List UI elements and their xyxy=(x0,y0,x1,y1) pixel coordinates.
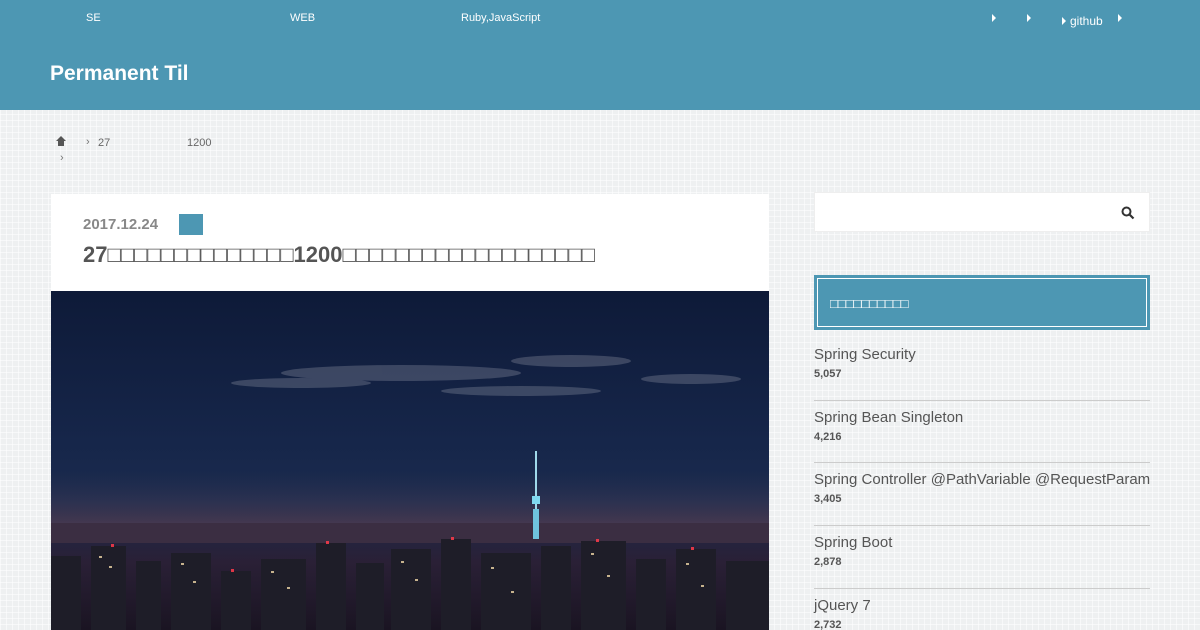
list-item[interactable]: Spring Boot 2,878 xyxy=(814,526,1150,589)
popular-post-title[interactable]: Spring Controller @PathVariable @Request… xyxy=(814,471,1150,488)
top-navigation: SE WEB Ruby,JavaScript github xyxy=(0,12,1200,28)
popular-post-views: 5,057 xyxy=(814,368,842,380)
popular-posts-list: Spring Security 5,057 Spring Bean Single… xyxy=(814,338,1150,630)
popular-post-views: 2,732 xyxy=(814,618,842,630)
post-date: 2017.12.24 xyxy=(83,216,159,233)
nav-link-web[interactable]: WEB xyxy=(290,12,315,24)
list-item[interactable]: Spring Security 5,057 xyxy=(814,338,1150,401)
popular-widget-title: □□□□□□□□□□ xyxy=(814,275,1150,330)
caret-right-icon xyxy=(992,14,996,22)
nav-menu-item-2[interactable] xyxy=(1027,14,1035,22)
breadcrumb-item-category[interactable]: 27 xyxy=(98,137,110,149)
list-item[interactable]: Spring Bean Singleton 4,216 xyxy=(814,401,1150,464)
search-input[interactable] xyxy=(814,192,1150,232)
caret-right-icon xyxy=(1027,14,1031,22)
caret-right-icon xyxy=(1062,17,1066,25)
chevron-right-icon: › xyxy=(86,136,90,148)
home-icon[interactable] xyxy=(56,136,66,148)
chevron-right-icon: › xyxy=(60,152,64,164)
category-badge[interactable] xyxy=(179,214,203,235)
list-item[interactable]: jQuery 7 2,732 xyxy=(814,589,1150,630)
night-cityscape-image xyxy=(51,355,769,630)
popular-post-views: 3,405 xyxy=(814,493,842,506)
nav-menu-item-4[interactable] xyxy=(1118,14,1126,22)
nav-menu-item-1[interactable] xyxy=(992,14,1000,22)
caret-right-icon xyxy=(1118,14,1122,22)
popular-post-title[interactable]: Spring Boot xyxy=(814,534,892,551)
nav-link-ruby-javascript[interactable]: Ruby,JavaScript xyxy=(461,12,540,24)
hero-image xyxy=(51,291,769,630)
list-item[interactable]: Spring Controller @PathVariable @Request… xyxy=(814,463,1150,527)
widget-title-text: □□□□□□□□□□ xyxy=(817,278,1147,327)
popular-post-title[interactable]: Spring Security xyxy=(814,346,916,363)
nav-menu-label-github: github xyxy=(1070,14,1103,28)
site-header: SE WEB Ruby,JavaScript github Permanent … xyxy=(0,0,1200,110)
site-title[interactable]: Permanent Til xyxy=(50,62,189,86)
popular-post-title[interactable]: jQuery 7 xyxy=(814,597,871,614)
search-field[interactable] xyxy=(815,193,1115,231)
nav-menu-item-github[interactable]: github xyxy=(1062,14,1103,28)
article-card: 2017.12.24 27□□□□□□□□□□□□□□1200□□□□□□□□□… xyxy=(51,194,769,630)
post-title: 27□□□□□□□□□□□□□□1200□□□□□□□□□□□□□□□□□□□ xyxy=(83,242,595,267)
popular-post-title[interactable]: Spring Bean Singleton xyxy=(814,409,963,426)
popular-post-views: 4,216 xyxy=(814,430,842,443)
breadcrumb-item-current: 1200 xyxy=(187,137,212,149)
search-icon[interactable] xyxy=(1121,206,1135,220)
popular-post-views: 2,878 xyxy=(814,556,842,569)
nav-link-se[interactable]: SE xyxy=(86,12,101,24)
